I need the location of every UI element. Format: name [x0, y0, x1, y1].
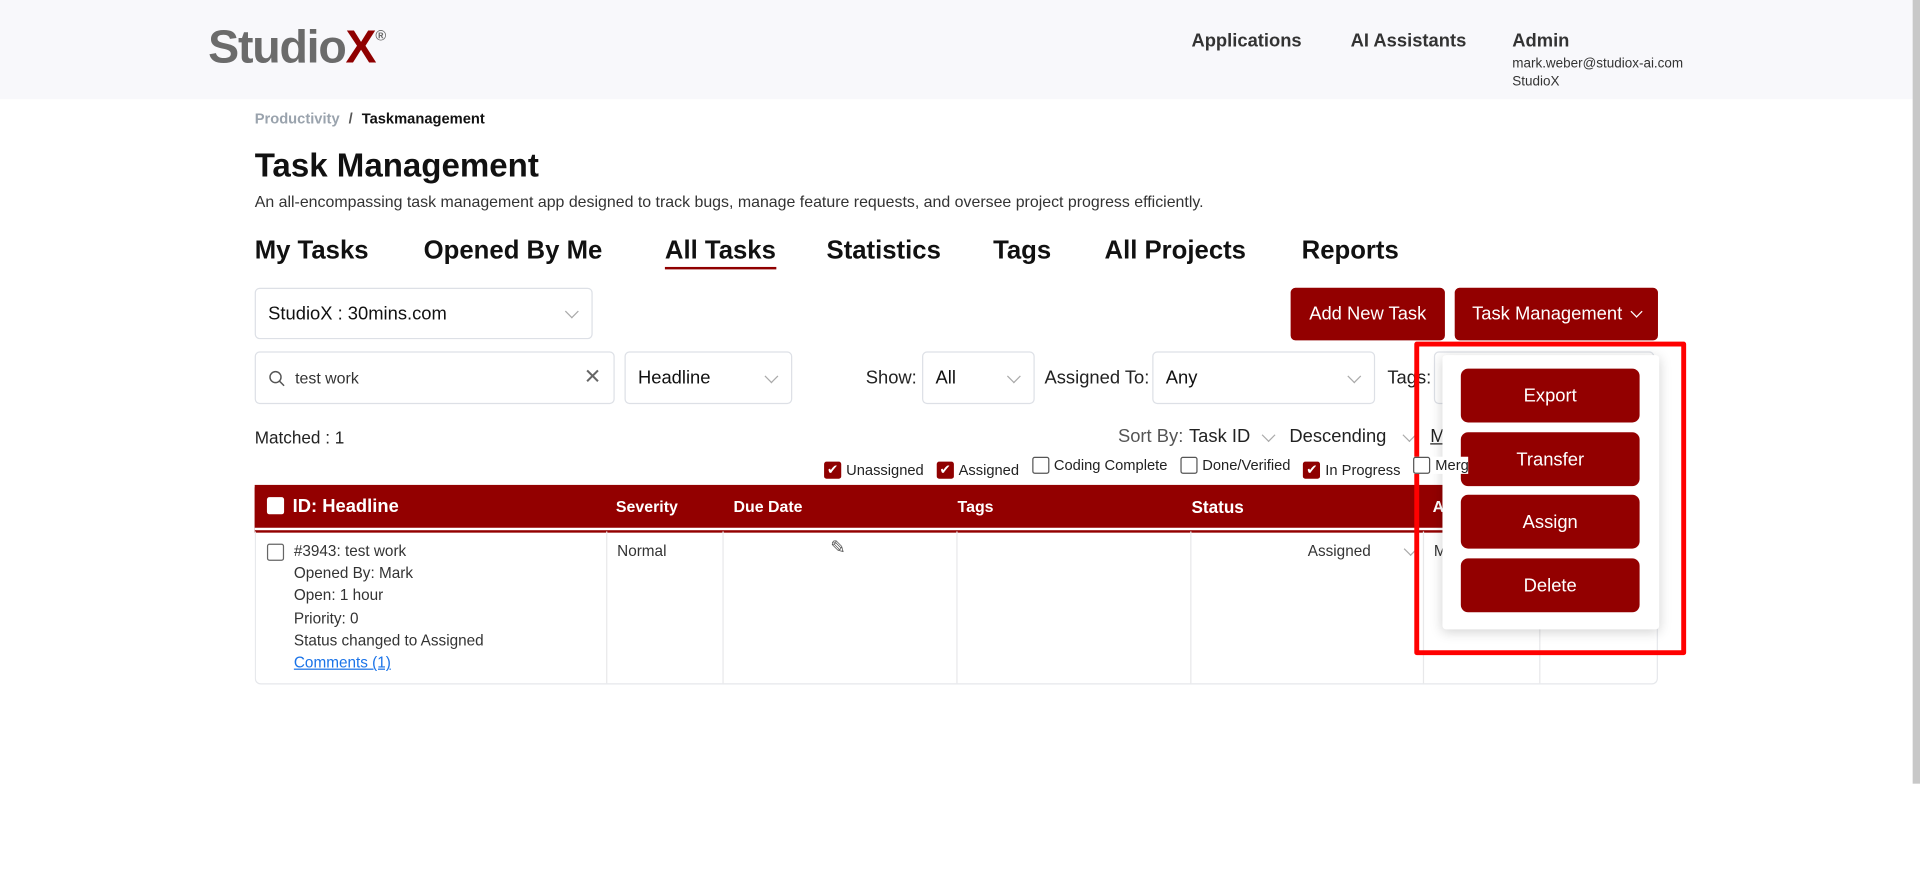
checkbox-icon: [1413, 456, 1431, 474]
task-management-dropdown-button[interactable]: Task Management: [1454, 287, 1658, 341]
sort-order-value: Descending: [1289, 426, 1387, 447]
breadcrumb-current: Taskmanagement: [361, 110, 485, 128]
sort-field-value: Task ID: [1188, 426, 1251, 447]
filter-coding-complete[interactable]: Coding Complete: [1031, 456, 1168, 474]
tab-my-tasks[interactable]: My Tasks: [255, 236, 369, 265]
checkbox-checked-icon: ✔: [936, 461, 954, 479]
search-input[interactable]: test work ✕: [254, 351, 615, 405]
filter-merged[interactable]: Merg: [1413, 456, 1469, 474]
filter-unassigned[interactable]: ✔ Unassigned: [824, 461, 924, 479]
scrollbar[interactable]: [1912, 0, 1920, 784]
page-description: An all-encompassing task management app …: [254, 192, 1204, 211]
filter-label: Done/Verified: [1202, 456, 1291, 474]
page-title: Task Management: [254, 146, 539, 184]
edit-due-date-pencil-icon[interactable]: ✎: [830, 538, 845, 560]
nav-ai-assistants[interactable]: AI Assistants: [1351, 31, 1467, 52]
add-new-task-button[interactable]: Add New Task: [1290, 287, 1445, 341]
show-label: Show:: [865, 367, 917, 389]
chevron-down-icon: [1006, 368, 1021, 383]
task-status-select[interactable]: Assigned: [1308, 540, 1418, 562]
filter-label: Assigned: [958, 461, 1020, 479]
tab-statistics[interactable]: Statistics: [827, 236, 941, 265]
filter-in-progress[interactable]: ✔ In Progress: [1303, 461, 1401, 479]
task-open-time: Open: 1 hour: [293, 587, 384, 605]
tab-all-projects[interactable]: All Projects: [1104, 236, 1245, 265]
checkbox-icon: [1031, 456, 1049, 474]
task-severity: Normal: [617, 542, 667, 560]
search-field-value: Headline: [637, 367, 711, 389]
filter-done-verified[interactable]: Done/Verified: [1180, 456, 1291, 474]
tab-tags[interactable]: Tags: [993, 236, 1051, 265]
sort-by-label: Sort By:: [1117, 426, 1184, 447]
assigned-to-value: Any: [1165, 367, 1198, 389]
col-severity[interactable]: Severity: [616, 497, 678, 515]
highlight-box: [1414, 341, 1687, 656]
col-due-date[interactable]: Due Date: [733, 497, 802, 515]
chevron-down-icon: [564, 304, 579, 319]
filter-label: Unassigned: [846, 461, 924, 479]
sort-field-select[interactable]: Task ID: [1189, 426, 1281, 447]
search-field-select[interactable]: Headline: [624, 351, 793, 405]
status-filter-checkboxes: ✔ Unassigned ✔ Assigned Coding Complete Do…: [824, 456, 1476, 480]
show-select[interactable]: All: [922, 351, 1035, 405]
tab-opened-by-me[interactable]: Opened By Me: [424, 236, 603, 265]
task-headline[interactable]: #3943: test work: [294, 540, 484, 562]
chevron-down-icon: [1630, 305, 1643, 318]
row-checkbox[interactable]: [266, 543, 285, 561]
checkbox-icon: [1180, 456, 1198, 474]
project-select[interactable]: StudioX : 30mins.com: [254, 287, 593, 340]
project-select-value: StudioX : 30mins.com: [268, 303, 447, 324]
comments-link[interactable]: Comments (1): [294, 651, 484, 673]
show-value: All: [935, 367, 956, 389]
studiox-logo[interactable]: StudioX®: [208, 22, 386, 75]
task-opened-by: Opened By: Mark: [293, 564, 413, 582]
breadcrumb-separator: /: [348, 110, 353, 128]
assigned-to-select[interactable]: Any: [1152, 351, 1376, 405]
clear-search-icon[interactable]: ✕: [584, 365, 601, 389]
col-tags[interactable]: Tags: [958, 497, 994, 515]
sort-order-select[interactable]: Descending: [1289, 426, 1421, 447]
chevron-down-icon: [764, 368, 779, 383]
assigned-to-label: Assigned To:: [1044, 367, 1150, 389]
tab-reports[interactable]: Reports: [1302, 236, 1399, 265]
filter-label: Coding Complete: [1053, 456, 1168, 474]
chevron-down-icon: [1347, 368, 1362, 383]
col-id-headline[interactable]: ID: Headline: [293, 496, 399, 517]
tab-all-tasks[interactable]: All Tasks: [664, 236, 776, 270]
search-icon: [269, 370, 285, 386]
user-org: StudioX: [1512, 74, 1560, 90]
user-email: mark.weber@studiox-ai.com: [1512, 56, 1684, 72]
nav-applications[interactable]: Applications: [1191, 31, 1301, 52]
col-status[interactable]: Status: [1191, 497, 1243, 517]
search-value: test work: [295, 368, 359, 387]
filter-label: Merg: [1435, 456, 1469, 474]
task-status-note: Status changed to Assigned: [293, 631, 484, 649]
task-priority: Priority: 0: [293, 609, 359, 627]
checkbox-checked-icon: ✔: [1303, 461, 1321, 479]
registered-mark: ®: [375, 26, 386, 45]
task-management-label: Task Management: [1472, 303, 1623, 325]
select-all-checkbox[interactable]: [266, 497, 285, 515]
filter-label: In Progress: [1325, 461, 1401, 479]
chevron-down-icon: [1261, 427, 1276, 442]
task-status-value: Assigned: [1307, 542, 1371, 560]
filter-assigned[interactable]: ✔ Assigned: [936, 461, 1020, 479]
breadcrumb-parent[interactable]: Productivity: [255, 110, 340, 127]
checkbox-checked-icon: ✔: [824, 461, 842, 479]
matched-count: Matched : 1: [254, 427, 345, 447]
breadcrumb: Productivity / Taskmanagement: [255, 110, 485, 127]
user-name[interactable]: Admin: [1512, 31, 1569, 52]
